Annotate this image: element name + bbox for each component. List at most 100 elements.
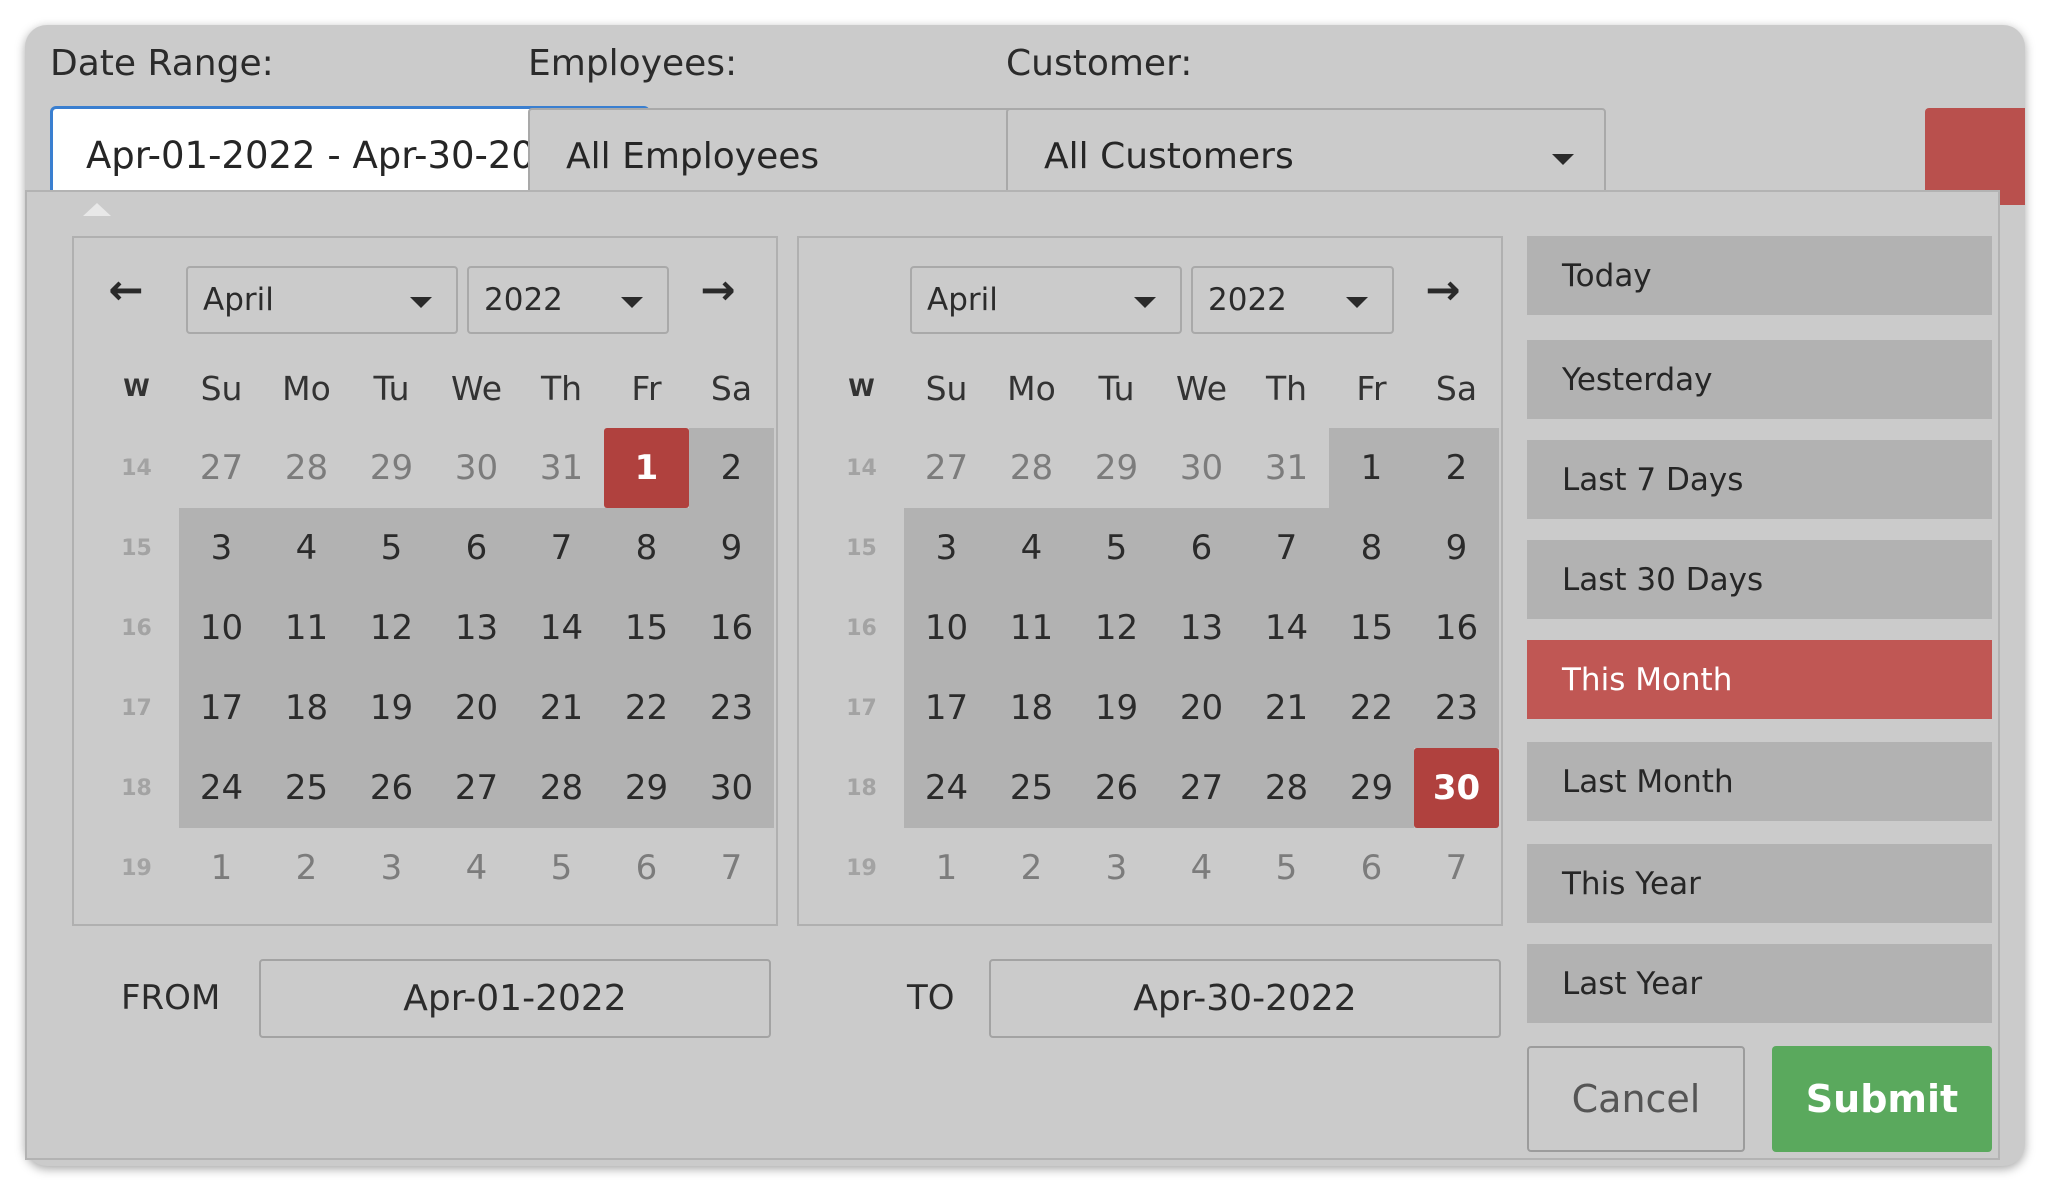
calendar-day-right[interactable]: 27 [904, 428, 989, 508]
calendar-day-left[interactable]: 30 [689, 748, 774, 828]
calendar-day-right[interactable]: 13 [1159, 588, 1244, 668]
calendar-day-left[interactable]: 16 [689, 588, 774, 668]
calendar-day-left[interactable]: 5 [349, 508, 434, 588]
calendar-day-right[interactable]: 11 [989, 588, 1074, 668]
calendar-day-right[interactable]: 2 [989, 828, 1074, 908]
calendar-day-left[interactable]: 1 [179, 828, 264, 908]
calendar-day-right[interactable]: 28 [989, 428, 1074, 508]
calendar-day-left[interactable]: 8 [604, 508, 689, 588]
calendar-day-left[interactable]: 29 [604, 748, 689, 828]
calendar-day-right[interactable]: 21 [1244, 668, 1329, 748]
calendar-day-left[interactable]: 7 [519, 508, 604, 588]
calendar-day-left[interactable]: 14 [519, 588, 604, 668]
calendar-day-left[interactable]: 3 [179, 508, 264, 588]
range-last-30-days[interactable]: Last 30 Days [1527, 540, 1992, 619]
range-last-7-days[interactable]: Last 7 Days [1527, 440, 1992, 519]
range-today[interactable]: Today [1527, 236, 1992, 315]
calendar-day-right[interactable]: 17 [904, 668, 989, 748]
calendar-day-right[interactable]: 29 [1329, 748, 1414, 828]
calendar-day-right[interactable]: 19 [1074, 668, 1159, 748]
calendar-day-left[interactable]: 24 [179, 748, 264, 828]
calendar-day-right[interactable]: 14 [1244, 588, 1329, 668]
calendar-day-right[interactable]: 12 [1074, 588, 1159, 668]
calendar-day-left[interactable]: 15 [604, 588, 689, 668]
calendar-day-right[interactable]: 5 [1074, 508, 1159, 588]
range-this-year[interactable]: This Year [1527, 844, 1992, 923]
calendar-day-right[interactable]: 27 [1159, 748, 1244, 828]
calendar-day-left[interactable]: 18 [264, 668, 349, 748]
calendar-day-left[interactable]: 20 [434, 668, 519, 748]
calendar-day-left[interactable]: 29 [349, 428, 434, 508]
calendar-day-right[interactable]: 22 [1329, 668, 1414, 748]
calendar-day-left[interactable]: 2 [689, 428, 774, 508]
year-select-left[interactable]: 2022 [467, 266, 669, 334]
calendar-day-right[interactable]: 2 [1414, 428, 1499, 508]
calendar-day-right[interactable]: 18 [989, 668, 1074, 748]
calendar-day-right[interactable]: 25 [989, 748, 1074, 828]
cancel-button[interactable]: Cancel [1527, 1046, 1745, 1152]
calendar-day-right[interactable]: 3 [904, 508, 989, 588]
calendar-day-left[interactable]: 11 [264, 588, 349, 668]
from-date-input[interactable]: Apr-01-2022 [259, 959, 771, 1038]
arrow-left-icon[interactable]: ← [104, 268, 148, 312]
calendar-day-left[interactable]: 26 [349, 748, 434, 828]
calendar-day-right[interactable]: 30 [1159, 428, 1244, 508]
calendar-day-right[interactable]: 1 [1329, 428, 1414, 508]
calendar-day-right[interactable]: 7 [1414, 828, 1499, 908]
calendar-day-right[interactable]: 23 [1414, 668, 1499, 748]
calendar-day-left[interactable]: 30 [434, 428, 519, 508]
calendar-day-left[interactable]: 7 [689, 828, 774, 908]
year-select-right[interactable]: 2022 [1191, 266, 1394, 334]
range-last-year[interactable]: Last Year [1527, 944, 1992, 1023]
calendar-day-left[interactable]: 2 [264, 828, 349, 908]
calendar-day-right[interactable]: 31 [1244, 428, 1329, 508]
calendar-day-left[interactable]: 12 [349, 588, 434, 668]
calendar-day-right[interactable]: 3 [1074, 828, 1159, 908]
range-yesterday[interactable]: Yesterday [1527, 340, 1992, 419]
calendar-day-right[interactable]: 26 [1074, 748, 1159, 828]
calendar-day-right[interactable]: 4 [989, 508, 1074, 588]
calendar-day-left[interactable]: 25 [264, 748, 349, 828]
calendar-day-left[interactable]: 4 [264, 508, 349, 588]
calendar-day-right[interactable]: 10 [904, 588, 989, 668]
calendar-day-left[interactable]: 22 [604, 668, 689, 748]
calendar-day-left[interactable]: 13 [434, 588, 519, 668]
calendar-day-right[interactable]: 28 [1244, 748, 1329, 828]
calendar-day-right[interactable]: 8 [1329, 508, 1414, 588]
calendar-day-right[interactable]: 30 [1414, 748, 1499, 828]
range-this-month[interactable]: This Month [1527, 640, 1992, 719]
to-date-input[interactable]: Apr-30-2022 [989, 959, 1501, 1038]
calendar-day-left[interactable]: 3 [349, 828, 434, 908]
calendar-day-left[interactable]: 17 [179, 668, 264, 748]
month-select-left[interactable]: April [186, 266, 458, 334]
calendar-day-right[interactable]: 7 [1244, 508, 1329, 588]
calendar-day-left[interactable]: 9 [689, 508, 774, 588]
calendar-day-right[interactable]: 24 [904, 748, 989, 828]
calendar-day-left[interactable]: 31 [519, 428, 604, 508]
calendar-day-left[interactable]: 27 [434, 748, 519, 828]
calendar-day-left[interactable]: 4 [434, 828, 519, 908]
calendar-day-right[interactable]: 9 [1414, 508, 1499, 588]
arrow-right-icon[interactable]: → [1421, 268, 1465, 312]
arrow-right-icon[interactable]: → [696, 268, 740, 312]
calendar-day-left[interactable]: 21 [519, 668, 604, 748]
calendar-day-right[interactable]: 5 [1244, 828, 1329, 908]
calendar-day-left[interactable]: 1 [604, 428, 689, 508]
calendar-day-right[interactable]: 6 [1159, 508, 1244, 588]
calendar-day-right[interactable]: 16 [1414, 588, 1499, 668]
calendar-day-left[interactable]: 27 [179, 428, 264, 508]
calendar-day-right[interactable]: 15 [1329, 588, 1414, 668]
calendar-day-left[interactable]: 6 [604, 828, 689, 908]
calendar-day-left[interactable]: 23 [689, 668, 774, 748]
range-last-month[interactable]: Last Month [1527, 742, 1992, 821]
month-select-right[interactable]: April [910, 266, 1182, 334]
calendar-day-right[interactable]: 20 [1159, 668, 1244, 748]
calendar-day-right[interactable]: 29 [1074, 428, 1159, 508]
calendar-day-left[interactable]: 19 [349, 668, 434, 748]
calendar-day-right[interactable]: 6 [1329, 828, 1414, 908]
calendar-day-left[interactable]: 10 [179, 588, 264, 668]
calendar-day-right[interactable]: 1 [904, 828, 989, 908]
calendar-day-left[interactable]: 6 [434, 508, 519, 588]
calendar-day-right[interactable]: 4 [1159, 828, 1244, 908]
calendar-day-left[interactable]: 28 [264, 428, 349, 508]
